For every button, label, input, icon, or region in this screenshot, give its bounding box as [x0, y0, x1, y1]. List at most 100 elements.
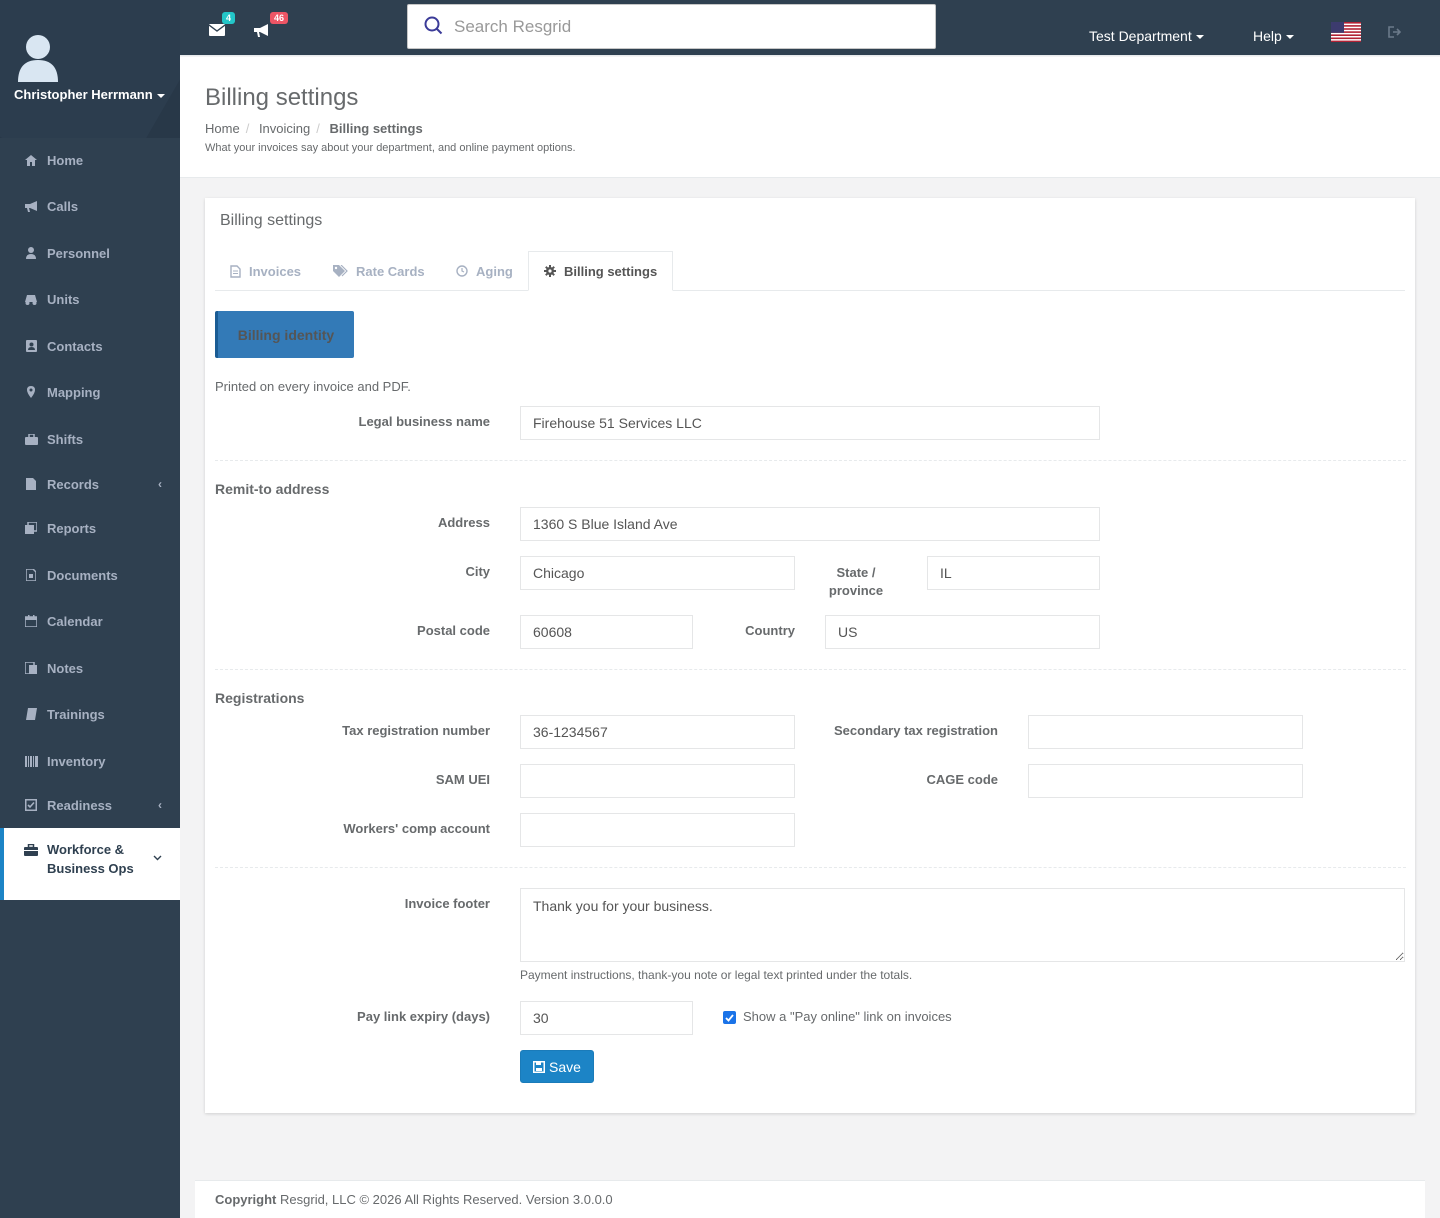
- sidebar-item-label: Workforce &: [47, 842, 125, 857]
- sidebar-item-calls[interactable]: Calls: [0, 183, 180, 229]
- divider: [215, 669, 1406, 670]
- sidebar-item-label: Business Ops: [47, 861, 134, 876]
- department-dropdown[interactable]: Test Department: [1089, 28, 1204, 44]
- pay-online-checkbox[interactable]: [723, 1011, 736, 1024]
- sidebar-item-home[interactable]: Home: [0, 137, 180, 183]
- pay-online-label[interactable]: Show a "Pay online" link on invoices: [743, 1009, 952, 1024]
- save-label: Save: [549, 1058, 581, 1075]
- tab-rate-cards[interactable]: Rate Cards: [318, 251, 440, 291]
- remit-to-heading: Remit-to address: [215, 481, 330, 497]
- help-label: Help: [1253, 28, 1282, 44]
- profile-name-dropdown[interactable]: Christopher Herrmann: [14, 87, 165, 102]
- sam-uei-label: SAM UEI: [435, 772, 490, 787]
- page-subtitle: What your invoices say about your depart…: [205, 142, 576, 154]
- save-button[interactable]: Save: [520, 1050, 594, 1083]
- pay-link-expiry-input[interactable]: [520, 1001, 693, 1035]
- address-book-icon: [24, 340, 38, 352]
- reports-icon: [24, 522, 38, 534]
- panel-title: Billing settings: [220, 212, 323, 229]
- calls-button[interactable]: 46: [254, 12, 288, 37]
- sidebar-item-label: Calendar: [47, 613, 103, 629]
- map-marker-icon: [24, 386, 38, 398]
- legal-name-input[interactable]: [520, 406, 1100, 440]
- pay-link-expiry-label: Pay link expiry (days): [357, 1009, 490, 1024]
- sidebar-item-documents[interactable]: Documents: [0, 552, 180, 598]
- tab-billing-settings[interactable]: Billing settings: [528, 251, 674, 291]
- sidebar-item-readiness[interactable]: Readiness ‹: [0, 782, 180, 828]
- divider: [215, 460, 1406, 461]
- divider: [215, 867, 1406, 868]
- gear-icon: [544, 265, 556, 277]
- tax-registration-input[interactable]: [520, 715, 795, 749]
- identity-hint: Printed on every invoice and PDF.: [215, 379, 411, 394]
- country-label: Country: [745, 623, 795, 638]
- address-input[interactable]: [520, 507, 1100, 541]
- breadcrumb-invoicing[interactable]: Invoicing: [259, 121, 310, 136]
- sidebar-item-label: Readiness: [47, 797, 113, 813]
- check-square-icon: [24, 799, 38, 811]
- legal-name-label: Legal business name: [358, 414, 491, 429]
- profile-name: Christopher Herrmann: [14, 87, 153, 102]
- chevron-down-icon: [156, 93, 165, 98]
- cage-code-label: CAGE code: [926, 772, 998, 787]
- messages-button[interactable]: 4: [209, 12, 235, 36]
- bullhorn-icon: [24, 200, 38, 212]
- search-input[interactable]: [454, 16, 894, 37]
- file-icon: [24, 478, 38, 490]
- sidebar-item-label: Inventory: [47, 753, 106, 769]
- sidebar-item-workforce-business-ops[interactable]: Workforce & Business Ops: [0, 828, 180, 900]
- sidebar-item-label: Home: [47, 152, 84, 168]
- page-heading: Billing settings Home / Invoicing / Billin…: [180, 57, 1440, 178]
- breadcrumb-home[interactable]: Home: [205, 121, 240, 136]
- sidebar-item-label: Units: [47, 291, 80, 307]
- invoice-footer-textarea[interactable]: Thank you for your business.: [520, 888, 1405, 962]
- postal-code-label: Postal code: [417, 623, 490, 638]
- city-label: City: [465, 564, 490, 579]
- bullhorn-icon: [254, 24, 268, 37]
- sidebar-item-contacts[interactable]: Contacts: [0, 323, 180, 369]
- sam-uei-input[interactable]: [520, 764, 795, 798]
- sidebar-item-shifts[interactable]: Shifts: [0, 416, 180, 462]
- search-icon: [424, 16, 443, 35]
- workers-comp-input[interactable]: [520, 813, 795, 847]
- sidebar-item-mapping[interactable]: Mapping: [0, 369, 180, 415]
- cage-code-input[interactable]: [1028, 764, 1303, 798]
- secondary-tax-input[interactable]: [1028, 715, 1303, 749]
- sidebar-item-units[interactable]: Units: [0, 276, 180, 322]
- search-box[interactable]: [407, 4, 936, 49]
- envelope-icon: [209, 24, 225, 36]
- sidebar-item-calendar[interactable]: Calendar: [0, 598, 180, 644]
- state-input[interactable]: [927, 556, 1100, 590]
- calls-count-badge: 46: [269, 12, 288, 24]
- registrations-heading: Registrations: [215, 690, 305, 706]
- sidebar-item-label: Documents: [47, 567, 118, 583]
- page-title: Billing settings: [205, 84, 359, 111]
- sign-out-icon[interactable]: [1388, 25, 1402, 39]
- page-footer: Copyright Resgrid, LLC © 2026 All Rights…: [195, 1180, 1425, 1218]
- document-icon: [24, 569, 38, 581]
- sidebar-item-label: Records: [47, 476, 100, 492]
- sidebar-item-label: Trainings: [47, 706, 105, 722]
- sidebar-item-label: Reports: [47, 520, 97, 536]
- sidebar-item-reports[interactable]: Reports: [0, 505, 180, 551]
- sidebar-item-personnel[interactable]: Personnel: [0, 230, 180, 276]
- country-input[interactable]: [825, 615, 1100, 649]
- sidebar-item-trainings[interactable]: Trainings: [0, 691, 180, 737]
- sidebar-item-records[interactable]: Records ‹: [0, 461, 180, 507]
- avatar-icon[interactable]: [16, 32, 60, 82]
- help-dropdown[interactable]: Help: [1253, 28, 1294, 44]
- user-icon: [24, 247, 38, 259]
- postal-code-input[interactable]: [520, 615, 693, 649]
- sidebar: Christopher Herrmann Home Calls Personne…: [0, 0, 180, 1218]
- city-input[interactable]: [520, 556, 795, 590]
- sidebar-item-label: Personnel: [47, 245, 110, 261]
- secondary-tax-label: Secondary tax registration: [834, 723, 998, 738]
- us-flag-icon[interactable]: [1331, 22, 1361, 42]
- sidebar-item-inventory[interactable]: Inventory: [0, 738, 180, 784]
- check-icon: [725, 1013, 734, 1022]
- tab-aging[interactable]: Aging: [441, 251, 528, 291]
- tab-invoices[interactable]: Invoices: [215, 251, 316, 291]
- billing-identity-button[interactable]: Billing identity: [215, 311, 354, 358]
- invoice-footer-hint: Payment instructions, thank-you note or …: [520, 968, 913, 982]
- sidebar-item-notes[interactable]: Notes: [0, 645, 180, 691]
